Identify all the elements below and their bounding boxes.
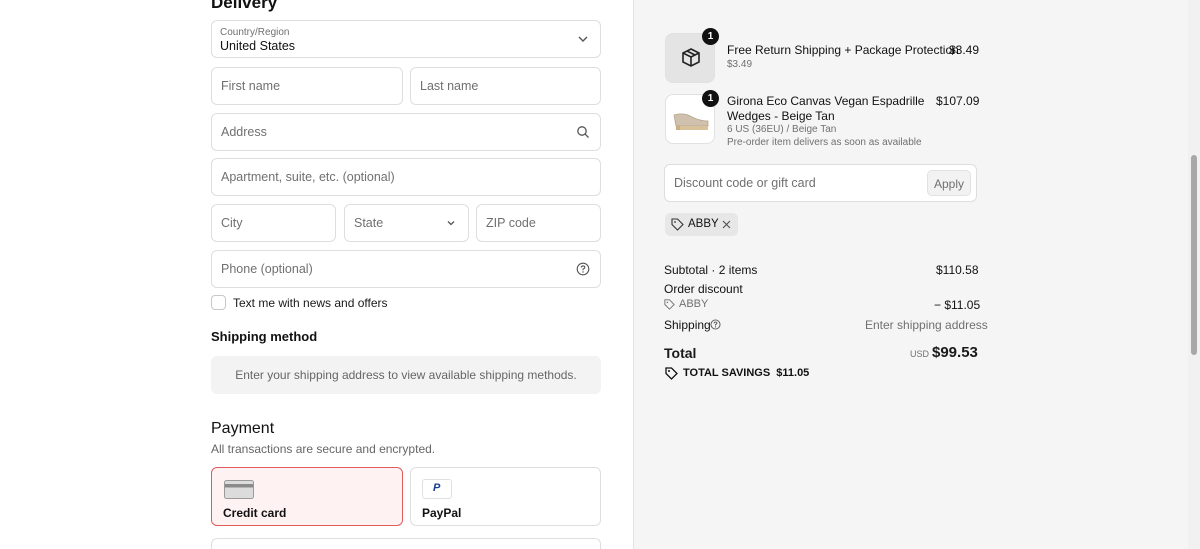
- total-savings-value: $11.05: [776, 367, 810, 379]
- payment-option-additional[interactable]: [211, 538, 601, 549]
- order-discount-value: − $11.05: [934, 298, 981, 312]
- item-title: Free Return Shipping + Package Protectio…: [727, 43, 959, 57]
- last-name-placeholder: Last name: [420, 79, 479, 93]
- item-title-line1: Girona Eco Canvas Vegan Espadrille: [727, 94, 925, 108]
- chevron-down-icon: [447, 221, 455, 226]
- shipping-label: Shipping: [664, 318, 711, 332]
- apply-button[interactable]: Apply: [927, 170, 971, 196]
- total-value: $99.53: [932, 344, 978, 361]
- payment-heading: Payment: [211, 420, 275, 437]
- applied-discount-code: ABBY: [688, 218, 719, 230]
- order-discount-code: ABBY: [679, 298, 709, 310]
- shipping-method-heading: Shipping method: [211, 329, 318, 344]
- item-preorder-note: Pre-order item delivers as soon as avail…: [727, 137, 922, 148]
- last-name-field[interactable]: Last name: [410, 67, 601, 105]
- subtotal-value: $110.58: [936, 263, 979, 277]
- help-icon[interactable]: [576, 262, 590, 276]
- zip-placeholder: ZIP code: [486, 216, 536, 230]
- credit-card-icon: [224, 480, 254, 499]
- payment-option-paypal[interactable]: P PayPal: [410, 467, 601, 526]
- chevron-down-icon: [578, 36, 588, 42]
- address-placeholder: Address: [221, 125, 267, 139]
- paypal-label: PayPal: [422, 506, 462, 520]
- state-select[interactable]: State: [344, 204, 469, 242]
- first-name-field[interactable]: First name: [211, 67, 403, 105]
- apartment-placeholder: Apartment, suite, etc. (optional): [221, 170, 395, 184]
- item-subtitle: $3.49: [727, 59, 753, 70]
- quantity-badge: 1: [702, 28, 719, 45]
- item-title-line2: Wedges - Beige Tan: [727, 109, 835, 123]
- shipping-value: Enter shipping address: [865, 318, 988, 332]
- text-offers-checkbox[interactable]: [211, 295, 226, 310]
- checkout-page: Delivery Country/Region United States Fi…: [0, 0, 1200, 549]
- order-discount-label: Order discount: [664, 282, 743, 296]
- package-icon: [682, 48, 700, 67]
- item-price: $3.49: [949, 43, 980, 57]
- total-label: Total: [664, 345, 697, 361]
- total-savings: TOTAL SAVINGS $11.05: [683, 367, 809, 379]
- delivery-heading: Delivery: [211, 0, 278, 12]
- zip-field[interactable]: ZIP code: [476, 204, 601, 242]
- discount-placeholder: Discount code or gift card: [674, 176, 816, 190]
- first-name-placeholder: First name: [221, 79, 281, 93]
- paypal-logo-icon: P: [422, 479, 452, 499]
- page-scrollbar[interactable]: [1188, 0, 1200, 549]
- country-value: United States: [220, 39, 296, 53]
- tag-icon: [671, 218, 684, 231]
- tag-icon: [664, 299, 675, 310]
- payment-subtitle: All transactions are secure and encrypte…: [211, 442, 436, 456]
- remove-discount-icon[interactable]: [722, 220, 731, 229]
- item-price: $107.09: [936, 94, 980, 108]
- state-placeholder: State: [354, 216, 384, 230]
- phone-placeholder: Phone (optional): [221, 262, 313, 276]
- quantity-badge: 1: [702, 90, 719, 107]
- shipping-method-placeholder: Enter your shipping address to view avai…: [211, 356, 601, 394]
- phone-field[interactable]: Phone (optional): [211, 250, 601, 288]
- city-placeholder: City: [221, 216, 243, 230]
- credit-card-label: Credit card: [223, 506, 287, 520]
- city-field[interactable]: City: [211, 204, 336, 242]
- savings-tag-icon: [665, 367, 678, 380]
- applied-discount-chip: ABBY: [665, 213, 738, 236]
- search-icon[interactable]: [576, 125, 590, 139]
- country-label: Country/Region: [220, 27, 290, 38]
- apartment-field[interactable]: Apartment, suite, etc. (optional): [211, 158, 601, 196]
- total-currency: USD: [910, 349, 930, 359]
- item-variant: 6 US (36EU) / Beige Tan: [727, 124, 837, 135]
- subtotal-label: Subtotal · 2 items: [664, 263, 758, 277]
- text-offers-label: Text me with news and offers: [233, 296, 388, 310]
- help-icon[interactable]: [710, 319, 721, 330]
- discount-code-field[interactable]: Discount code or gift card Apply: [664, 164, 977, 202]
- scrollbar-thumb[interactable]: [1191, 155, 1197, 355]
- address-field[interactable]: Address: [211, 113, 601, 151]
- checkout-form-column: Delivery Country/Region United States Fi…: [0, 0, 633, 549]
- espadrille-shoe-image: [673, 113, 709, 130]
- payment-option-credit-card[interactable]: Credit card: [211, 467, 403, 526]
- country-select[interactable]: Country/Region United States: [211, 20, 601, 58]
- total-savings-label: TOTAL SAVINGS: [683, 367, 771, 379]
